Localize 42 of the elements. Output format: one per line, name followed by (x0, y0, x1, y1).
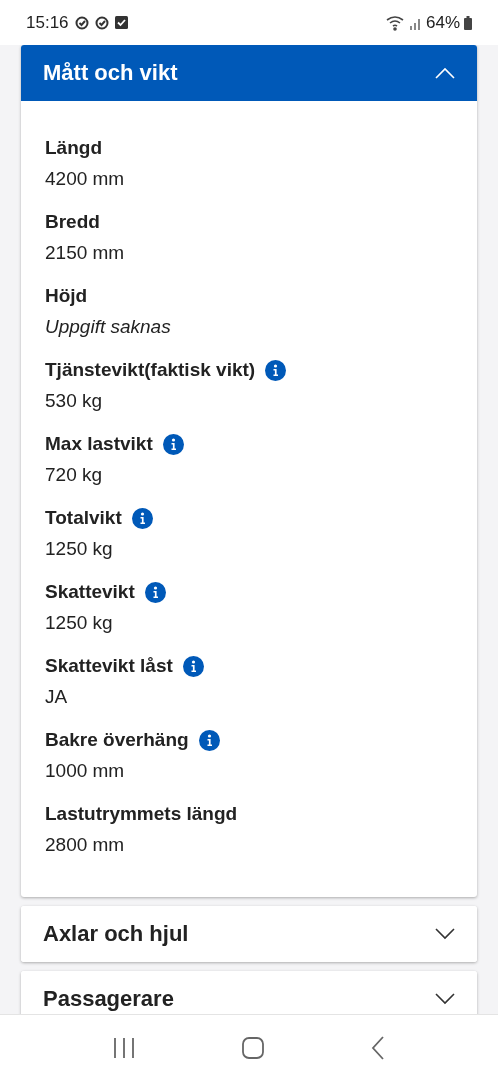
chevron-up-icon (435, 67, 455, 79)
check-circle-icon (94, 15, 109, 30)
field-label: Totalvikt (45, 506, 122, 530)
info-icon[interactable] (182, 655, 204, 677)
field-label: Lastutrymmets längd (45, 802, 238, 826)
field-value: JA (45, 685, 69, 709)
field-value: 1250 kg (45, 611, 114, 635)
field-label: Skattevikt låst (45, 654, 173, 678)
info-icon[interactable] (198, 729, 220, 751)
home-icon[interactable] (242, 1036, 264, 1059)
chevron-down-icon (435, 928, 455, 940)
field-label: Längd (45, 136, 102, 160)
chevron-down-icon (435, 993, 455, 1005)
battery-icon (464, 15, 472, 30)
info-icon[interactable] (162, 433, 184, 455)
recent-apps-icon[interactable] (113, 1036, 136, 1059)
wifi-icon (385, 14, 406, 31)
status-time: 15:16 (26, 11, 69, 34)
info-icon[interactable] (144, 581, 166, 603)
accordion-header[interactable]: Mått och vikt (21, 45, 477, 101)
field-value: 2800 mm (45, 833, 126, 857)
field-label: Max lastvikt (45, 432, 153, 456)
field-label: Höjd (45, 284, 88, 308)
back-icon[interactable] (370, 1035, 385, 1060)
info-icon[interactable] (265, 359, 287, 381)
field-value: 4200 mm (45, 167, 126, 191)
checkbox-icon (114, 16, 128, 29)
field-value: Uppgift saknas (45, 315, 172, 339)
accordion-header[interactable]: Axlar och hjul (21, 906, 477, 962)
battery-percent: 64% (425, 11, 460, 34)
field-label: Bredd (45, 210, 100, 234)
check-circle-icon (74, 15, 89, 30)
field-value: 1250 kg (45, 537, 114, 561)
field-value: 1000 mm (45, 759, 126, 783)
field-value: 720 kg (45, 463, 104, 487)
accordion-header[interactable]: Passagerare (21, 971, 477, 1014)
info-icon[interactable] (131, 507, 153, 529)
field-label: Tjänstevikt(faktisk vikt) (45, 358, 256, 382)
field-value: 530 kg (45, 389, 104, 413)
field-value: 2150 mm (45, 241, 126, 265)
field-label: Skattevikt (45, 580, 135, 604)
field-label: Bakre överhäng (45, 728, 189, 752)
